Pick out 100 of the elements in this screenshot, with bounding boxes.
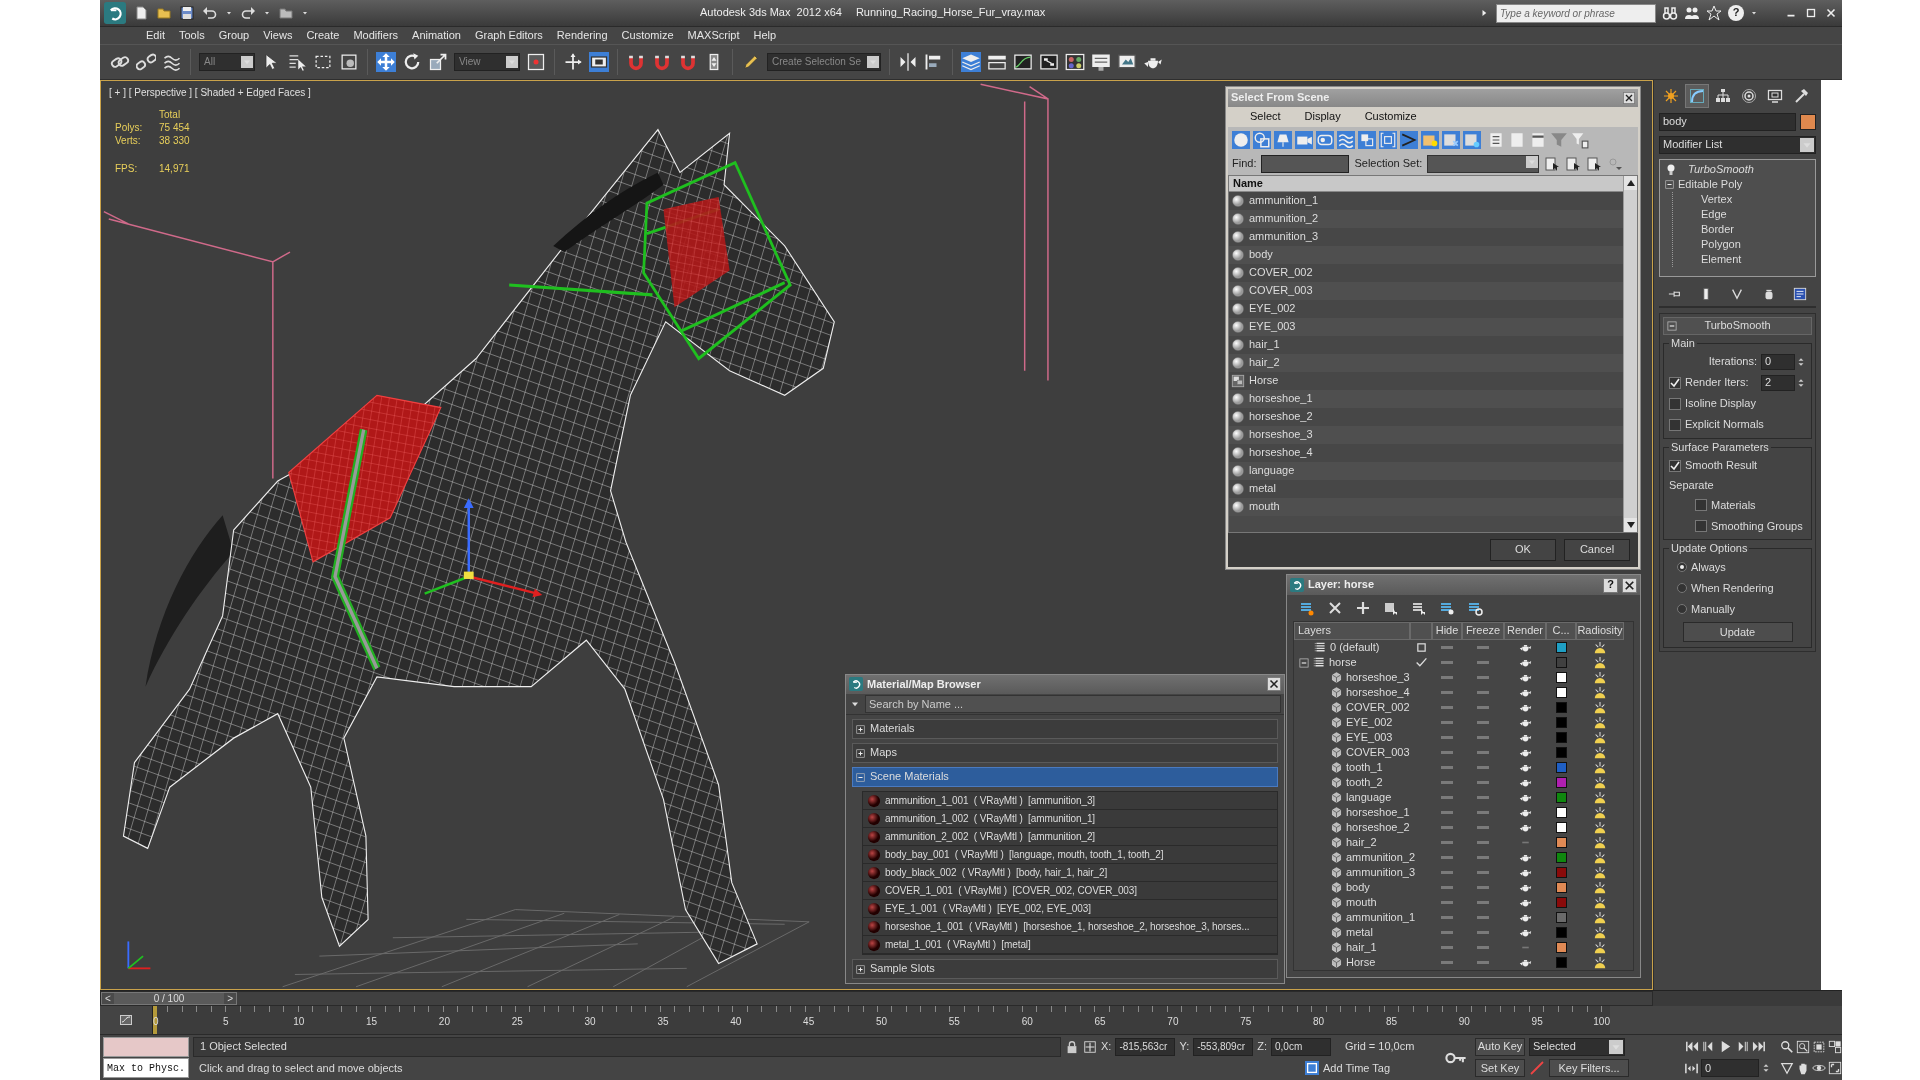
- set-key-button[interactable]: Set Key: [1475, 1059, 1525, 1078]
- selection-filter-dropdown[interactable]: All: [199, 53, 255, 71]
- bracket-icon[interactable]: [1379, 131, 1397, 149]
- color-swatch[interactable]: [1555, 717, 1567, 728]
- scale-icon[interactable]: [428, 52, 448, 72]
- frozen-object-icon[interactable]: [1442, 131, 1460, 149]
- cube-cursor-icon[interactable]: [1383, 600, 1399, 616]
- save-icon[interactable]: [179, 5, 195, 21]
- freeze-toggle[interactable]: [1477, 856, 1489, 859]
- layer-row[interactable]: horseshoe_4: [1294, 685, 1633, 700]
- collapse-icon[interactable]: [855, 771, 866, 783]
- key-filters-button[interactable]: Key Filters...: [1549, 1059, 1629, 1078]
- menu-item[interactable]: MAXScript: [681, 28, 746, 43]
- color-swatch[interactable]: [1555, 852, 1567, 863]
- freeze-toggle[interactable]: [1477, 736, 1489, 739]
- expand-icon[interactable]: [855, 963, 866, 975]
- freeze-toggle[interactable]: [1477, 676, 1489, 679]
- material-item[interactable]: ammunition_1_002 ( VRayMtl ) [ammunition_1]: [863, 810, 1277, 828]
- layer-row[interactable]: mouth: [1294, 895, 1633, 910]
- menu-item[interactable]: Select: [1240, 110, 1291, 124]
- sun-icon[interactable]: [1593, 760, 1607, 775]
- object-list-item[interactable]: COVER_003: [1229, 282, 1623, 300]
- checkbox[interactable]: [1669, 419, 1681, 431]
- reference-coordinate-dropdown[interactable]: View: [454, 53, 520, 71]
- spinner-arrows-icon[interactable]: [1796, 378, 1806, 388]
- group-header[interactable]: Materials: [852, 719, 1278, 739]
- menu-item[interactable]: Help: [747, 28, 783, 43]
- people-icon[interactable]: [1684, 5, 1700, 21]
- object-list-item[interactable]: mouth: [1229, 498, 1623, 516]
- add-icon[interactable]: [1355, 600, 1371, 616]
- freeze-toggle[interactable]: [1477, 871, 1489, 874]
- layer-row[interactable]: COVER_002: [1294, 700, 1633, 715]
- freeze-toggle[interactable]: [1477, 811, 1489, 814]
- rotate-icon[interactable]: [402, 52, 422, 72]
- freeze-toggle[interactable]: [1477, 901, 1489, 904]
- expand-icon[interactable]: [855, 723, 866, 735]
- hide-toggle[interactable]: [1441, 856, 1453, 859]
- sun-icon[interactable]: [1593, 655, 1607, 670]
- search-field[interactable]: Type a keyword or phrase: [1496, 3, 1656, 23]
- object-list-item[interactable]: ammunition_2: [1229, 210, 1623, 228]
- radio-button[interactable]: [1677, 562, 1687, 573]
- hide-toggle[interactable]: [1441, 646, 1453, 649]
- help-button[interactable]: ?: [1603, 577, 1618, 593]
- update-button[interactable]: Update: [1682, 622, 1793, 643]
- field-of-view-icon[interactable]: [1780, 1061, 1794, 1076]
- color-swatch[interactable]: [1555, 807, 1567, 818]
- close-icon[interactable]: [1623, 92, 1635, 104]
- layer-row[interactable]: ammunition_3: [1294, 865, 1633, 880]
- modifier-list-dropdown[interactable]: Modifier List: [1659, 136, 1816, 154]
- curve-editor-icon[interactable]: [1013, 52, 1033, 72]
- material-item[interactable]: ammunition_1_001 ( VRayMtl ) [ammunition_3]: [863, 792, 1277, 810]
- scrollbar[interactable]: [1623, 176, 1637, 532]
- caret-icon[interactable]: [263, 9, 271, 17]
- zoom-all-icon[interactable]: [1796, 1039, 1810, 1054]
- layer-row[interactable]: 0 (default): [1294, 640, 1633, 655]
- configure-sets-icon[interactable]: [1793, 287, 1808, 301]
- layer-row[interactable]: ammunition_1: [1294, 910, 1633, 925]
- sun-icon[interactable]: [1593, 730, 1607, 745]
- sun-icon[interactable]: [1593, 865, 1607, 880]
- material-editor-icon[interactable]: [1065, 52, 1085, 72]
- layer-row[interactable]: COVER_003: [1294, 745, 1633, 760]
- spinner-arrows-icon[interactable]: [1761, 1063, 1771, 1074]
- object-list-item[interactable]: horseshoe_1: [1229, 390, 1623, 408]
- close-icon[interactable]: [1267, 677, 1281, 692]
- layer-row[interactable]: tooth_1: [1294, 760, 1633, 775]
- color-swatch[interactable]: [1555, 927, 1567, 938]
- layer-row[interactable]: language: [1294, 790, 1633, 805]
- document-arrow-icon[interactable]: [1544, 156, 1561, 172]
- render-iters-field[interactable]: 2: [1761, 375, 1795, 391]
- project-folder-icon[interactable]: [278, 5, 294, 21]
- sphere-filter-icon[interactable]: [1232, 131, 1250, 149]
- check-icon[interactable]: [1414, 656, 1428, 669]
- sun-icon[interactable]: [1593, 685, 1607, 700]
- absolute-mode-icon[interactable]: [1083, 1039, 1097, 1054]
- sub-object-item[interactable]: Element: [1697, 252, 1815, 267]
- object-list-item[interactable]: hair_2: [1229, 354, 1623, 372]
- selection-set-dropdown[interactable]: [1427, 155, 1540, 173]
- color-swatch[interactable]: [1555, 882, 1567, 893]
- z-coordinate-field[interactable]: 0,0cm: [1271, 1037, 1331, 1056]
- scroll-down-icon[interactable]: [1626, 522, 1635, 528]
- material-item[interactable]: body_bay_001 ( VRayMtl ) [language, mouth, tooth_1, tooth_2]: [863, 846, 1277, 864]
- color-swatch[interactable]: [1555, 762, 1567, 773]
- column-header[interactable]: C...: [1546, 622, 1576, 640]
- layers-highlight-icon[interactable]: [1439, 600, 1455, 616]
- hide-toggle[interactable]: [1441, 931, 1453, 934]
- hide-toggle[interactable]: [1441, 811, 1453, 814]
- window-crossing-icon[interactable]: [339, 52, 359, 72]
- material-item[interactable]: metal_1_001 ( VRayMtl ) [metal]: [863, 936, 1277, 954]
- freeze-toggle[interactable]: [1477, 886, 1489, 889]
- make-unique-icon[interactable]: [1730, 287, 1745, 301]
- menu-item[interactable]: Modifiers: [347, 28, 405, 43]
- scroll-up-icon[interactable]: [1626, 180, 1635, 186]
- freeze-toggle[interactable]: [1477, 721, 1489, 724]
- checkbox[interactable]: [1669, 398, 1681, 410]
- radio-button[interactable]: [1677, 583, 1687, 594]
- tangent-icon[interactable]: [1529, 1060, 1545, 1077]
- menu-item[interactable]: Create: [300, 28, 346, 43]
- sub-object-item[interactable]: Edge: [1697, 207, 1815, 222]
- layer-row[interactable]: tooth_2: [1294, 775, 1633, 790]
- binoculars-icon[interactable]: [1662, 5, 1678, 21]
